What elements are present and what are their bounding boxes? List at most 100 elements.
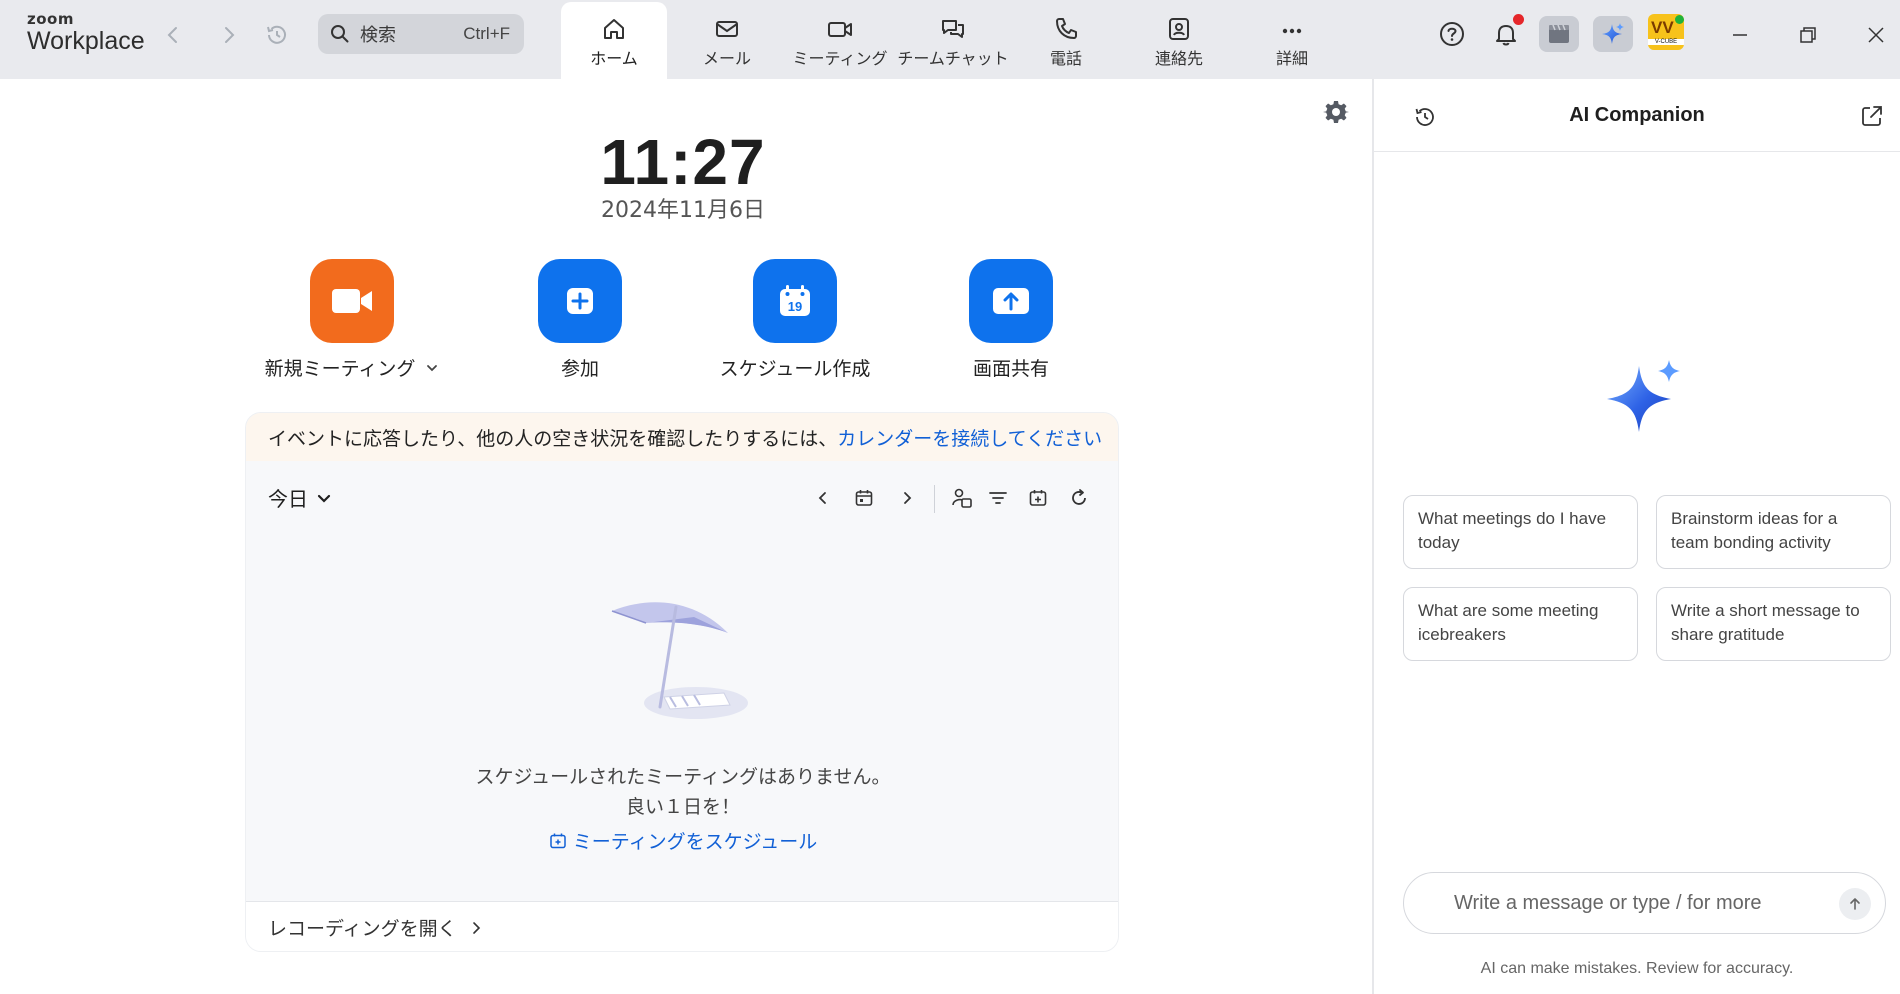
- join-label: 参加: [560, 358, 599, 380]
- ai-companion-panel: AI Companion What meetings do I have tod…: [1372, 79, 1900, 994]
- restore-button[interactable]: [1793, 20, 1823, 50]
- top-bar: zoom Workplace 検索 Ctrl+F ホーム メール ミーティング …: [0, 0, 1900, 79]
- help-button[interactable]: [1432, 16, 1472, 52]
- tab-more[interactable]: 詳細: [1239, 0, 1345, 79]
- restore-icon: [1800, 27, 1816, 43]
- schedule-meeting-label: ミーティングをスケジュール: [572, 831, 818, 853]
- search-shortcut: Ctrl+F: [463, 24, 510, 43]
- availability-button[interactable]: [949, 485, 975, 511]
- minimize-button[interactable]: [1725, 20, 1755, 50]
- tab-label: 詳細: [1275, 49, 1308, 68]
- chevron-right-icon: [472, 921, 480, 934]
- ai-disclaimer: AI can make mistakes. Review for accurac…: [1480, 960, 1794, 977]
- tab-home[interactable]: ホーム: [561, 2, 667, 79]
- ai-input-placeholder: Write a message or type / for more: [1454, 891, 1762, 914]
- logo-workplace-text: Workplace: [27, 27, 145, 55]
- home-icon: [604, 19, 624, 39]
- filter-button[interactable]: [985, 485, 1011, 511]
- calendar-plus-icon: [549, 833, 566, 848]
- search-icon: [331, 25, 349, 43]
- ai-sparkle-icon: [1602, 23, 1624, 44]
- suggestion-chip[interactable]: What meetings do I have today: [1403, 495, 1638, 569]
- ai-message-input[interactable]: Write a message or type / for more: [1403, 872, 1886, 934]
- date-picker-button[interactable]: [851, 485, 877, 511]
- tab-mail[interactable]: メール: [674, 0, 780, 79]
- add-event-button[interactable]: [1025, 485, 1051, 511]
- tab-phone[interactable]: 電話: [1013, 0, 1119, 79]
- phone-icon: [1056, 18, 1077, 39]
- video-camera-icon: [332, 289, 372, 313]
- new-meeting-label: 新規ミーティング: [264, 358, 416, 380]
- history-button[interactable]: [264, 22, 290, 48]
- refresh-button[interactable]: [1066, 485, 1092, 511]
- ai-companion-title: AI Companion: [1569, 104, 1705, 126]
- join-button[interactable]: [538, 259, 622, 343]
- avatar-text: V-CUBE: [1648, 39, 1684, 45]
- calendar-plus-icon: [1029, 490, 1047, 506]
- search-label: 検索: [360, 25, 396, 46]
- filter-lines-icon: [989, 492, 1007, 504]
- chevron-down-icon[interactable]: [425, 361, 439, 375]
- tab-meetings[interactable]: ミーティング: [787, 0, 893, 79]
- join-action[interactable]: 参加: [480, 259, 680, 381]
- schedule-action[interactable]: 19 スケジュール作成: [695, 259, 895, 381]
- previous-day-button[interactable]: [810, 485, 836, 511]
- chevron-left-icon: [167, 27, 177, 43]
- tab-label: 連絡先: [1154, 49, 1203, 68]
- share-screen-action[interactable]: 画面共有: [911, 259, 1111, 381]
- ai-companion-button[interactable]: [1593, 16, 1633, 52]
- ai-companion-header: AI Companion: [1374, 79, 1900, 152]
- suggestion-chip[interactable]: What are some meeting icebreakers: [1403, 587, 1638, 661]
- notification-dot: [1513, 14, 1524, 25]
- presence-dot: [1675, 15, 1684, 24]
- more-dots-icon: [1282, 28, 1302, 34]
- back-button[interactable]: [160, 22, 186, 48]
- suggestion-chip[interactable]: Brainstorm ideas for a team bonding acti…: [1656, 495, 1891, 569]
- close-icon: [1868, 27, 1884, 43]
- current-time: 11:27: [600, 126, 766, 198]
- help-circle-icon: [1440, 22, 1464, 46]
- chevron-right-icon: [904, 492, 912, 504]
- contacts-icon: [1169, 18, 1189, 40]
- avatar[interactable]: VV V-CUBE: [1648, 14, 1684, 50]
- schedule-label: スケジュール作成: [719, 358, 871, 380]
- chat-bubbles-icon: [942, 20, 964, 38]
- new-meeting-button[interactable]: [310, 259, 394, 343]
- no-meetings-text: スケジュールされたミーティングはありません。: [475, 766, 891, 788]
- forward-button[interactable]: [216, 22, 242, 48]
- schedule-button[interactable]: 19: [753, 259, 837, 343]
- have-a-good-day-text: 良い１日を！: [625, 796, 740, 818]
- toolbar-divider: [934, 485, 935, 513]
- tab-label: ミーティング: [792, 49, 888, 68]
- close-button[interactable]: [1861, 20, 1891, 50]
- history-clock-icon: [267, 25, 286, 44]
- new-meeting-action[interactable]: 新規ミーティング: [252, 259, 452, 381]
- today-label: 今日: [268, 487, 308, 511]
- notifications-button[interactable]: [1486, 14, 1526, 52]
- connect-calendar-link[interactable]: カレンダーを接続してください: [837, 424, 1102, 451]
- current-date: 2024年11月6日: [601, 198, 765, 223]
- settings-button[interactable]: [1320, 96, 1352, 128]
- calendar-19-icon: 19: [780, 285, 810, 316]
- tab-contacts[interactable]: 連絡先: [1126, 0, 1232, 79]
- tab-label: ホーム: [590, 49, 638, 68]
- calendar-connect-banner: イベントに応答したり、他の人の空き状況を確認したりするには、 カレンダーを接続し…: [246, 413, 1118, 461]
- refresh-icon: [1072, 489, 1086, 505]
- calendar-day-number: 19: [788, 299, 802, 314]
- open-recordings-label: レコーディングを開く: [268, 918, 457, 940]
- open-recordings-link[interactable]: レコーディングを開く: [246, 901, 1118, 951]
- clips-button[interactable]: [1539, 16, 1579, 52]
- logo-zoom-text: zoom: [27, 10, 74, 28]
- tab-team-chat[interactable]: チームチャット: [897, 0, 1009, 79]
- today-dropdown[interactable]: 今日: [268, 483, 332, 512]
- ai-popout-button[interactable]: [1858, 102, 1886, 130]
- share-screen-button[interactable]: [969, 259, 1053, 343]
- suggestion-chip[interactable]: Write a short message to share gratitude: [1656, 587, 1891, 661]
- search-box[interactable]: 検索 Ctrl+F: [318, 14, 524, 54]
- send-button[interactable]: [1839, 888, 1871, 920]
- next-day-button[interactable]: [894, 485, 920, 511]
- tab-label: 電話: [1049, 49, 1082, 68]
- schedule-meeting-link[interactable]: ミーティングをスケジュール: [246, 827, 1118, 854]
- chevron-left-icon: [818, 492, 826, 504]
- banner-text: イベントに応答したり、他の人の空き状況を確認したりするには、: [268, 427, 838, 450]
